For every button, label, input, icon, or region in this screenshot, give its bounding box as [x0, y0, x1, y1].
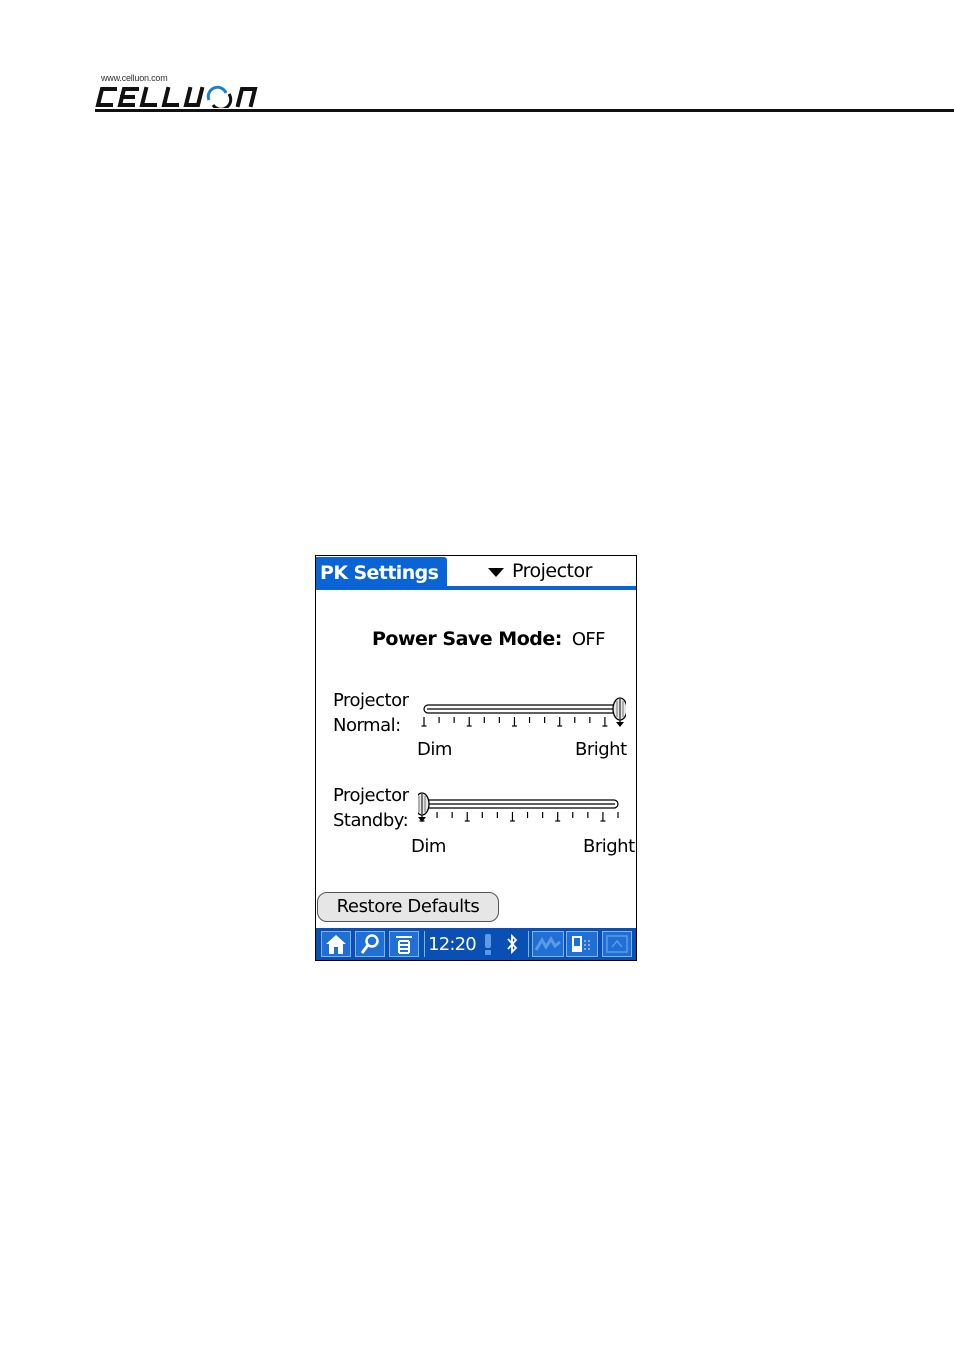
slider-thumb-pointer	[418, 817, 426, 822]
alert-icon[interactable]	[479, 931, 497, 957]
power-save-label: Power Save Mode:	[372, 628, 562, 650]
status-separator	[424, 931, 425, 957]
input-toggle-icon[interactable]	[602, 931, 632, 957]
slider-thumb-pointer	[616, 722, 624, 727]
dropdown-arrow-icon	[488, 567, 504, 577]
slider-thumb-body	[418, 792, 430, 816]
find-icon[interactable]	[355, 931, 385, 957]
clock-time: 12:20	[428, 933, 477, 955]
device-icon[interactable]	[566, 931, 598, 957]
title-bar: PK Settings Projector	[316, 556, 636, 590]
celluon-logo	[95, 85, 258, 108]
standby-label-line2: Standby:	[333, 810, 409, 831]
device-screen: PK Settings Projector Power Save Mode: O…	[315, 555, 637, 961]
category-label: Projector	[512, 560, 592, 582]
normal-brightness-slider[interactable]	[420, 696, 626, 732]
menu-icon[interactable]	[389, 931, 419, 957]
normal-max-label: Bright	[575, 739, 627, 760]
status-separator	[528, 931, 529, 957]
title-underline	[316, 586, 636, 590]
graffiti-icon[interactable]	[532, 931, 564, 957]
restore-defaults-button[interactable]: Restore Defaults	[317, 892, 499, 922]
standby-min-label: Dim	[411, 836, 446, 857]
home-icon[interactable]	[321, 931, 351, 957]
app-title[interactable]: PK Settings	[316, 557, 447, 587]
standby-brightness-slider[interactable]	[418, 791, 624, 827]
standby-label-line1: Projector	[333, 785, 409, 806]
header-rule	[95, 109, 954, 112]
normal-label: Projector Normal:	[333, 688, 409, 738]
power-save-mode: Power Save Mode: OFF	[372, 628, 606, 650]
normal-min-label: Dim	[417, 739, 452, 760]
standby-max-label: Bright	[583, 836, 635, 857]
category-dropdown[interactable]: Projector	[488, 558, 592, 584]
power-save-value[interactable]: OFF	[572, 629, 606, 650]
clock[interactable]: 12:20	[428, 931, 477, 957]
standby-label: Projector Standby:	[333, 783, 409, 833]
normal-label-line1: Projector	[333, 690, 409, 711]
slider-thumb	[418, 792, 430, 822]
bluetooth-icon[interactable]	[502, 931, 522, 957]
slider-thumb	[612, 697, 626, 727]
normal-label-line2: Normal:	[333, 715, 401, 736]
status-bar: 12:20	[316, 928, 636, 960]
